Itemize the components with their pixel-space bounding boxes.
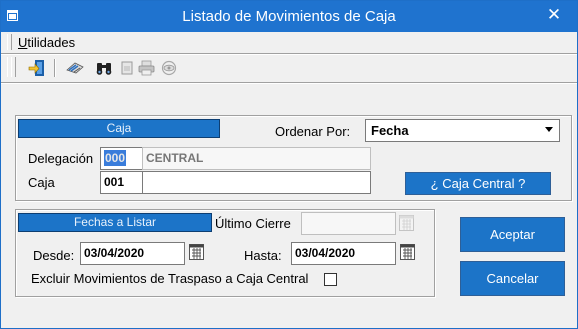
caja-central-button[interactable]: ¿ Caja Central ? (405, 172, 551, 195)
delegacion-code-value: 000 (104, 150, 127, 166)
ordenar-por-label: Ordenar Por: (275, 124, 351, 139)
menu-utilidades-label: tilidades (27, 35, 76, 50)
close-icon: ✕ (546, 5, 562, 24)
exit-icon (28, 60, 44, 76)
hasta-calendar-icon[interactable] (400, 243, 415, 260)
toolbar (1, 55, 577, 81)
caja-code-input[interactable]: 001 (100, 171, 143, 194)
menu-grip (7, 34, 12, 50)
preview-button[interactable] (159, 58, 179, 78)
toolbar-grip-2 (11, 57, 16, 77)
caja-name-field (142, 171, 371, 194)
menu-bar: Utilidades (1, 32, 577, 53)
delegacion-label: Delegación (28, 151, 94, 166)
exit-button[interactable] (27, 58, 47, 78)
search-button[interactable] (94, 58, 114, 78)
ordenar-por-value: Fecha (371, 123, 409, 138)
report-icon (66, 62, 84, 74)
cancelar-button[interactable]: Cancelar (460, 261, 565, 296)
desde-calendar-icon[interactable] (189, 243, 204, 260)
aceptar-button[interactable]: Aceptar (460, 217, 565, 252)
ultimo-cierre-field (301, 212, 396, 235)
print-button[interactable] (137, 58, 157, 78)
window-title: Listado de Movimientos de Caja (182, 8, 396, 25)
print-icon (138, 60, 155, 76)
title-bar[interactable]: Listado de Movimientos de Caja ✕ (1, 1, 577, 32)
delegacion-code-input[interactable]: 000 (100, 147, 143, 170)
delegacion-name-field: CENTRAL (142, 147, 371, 170)
hasta-label: Hasta: (244, 248, 282, 263)
toolbar-separator (54, 59, 56, 77)
caja-header: Caja (18, 119, 220, 138)
eye-icon (161, 60, 177, 76)
binoculars-icon (96, 63, 112, 75)
toolbar-separator-line (1, 82, 577, 84)
page-button[interactable] (117, 58, 137, 78)
window: Listado de Movimientos de Caja ✕ Utilida… (0, 0, 578, 329)
menu-utilidades-mnemonic: U (18, 35, 28, 50)
ultimo-cierre-label: Último Cierre (215, 216, 291, 231)
caja-label: Caja (28, 175, 55, 190)
excluir-checkbox[interactable] (324, 273, 337, 286)
menu-utilidades[interactable]: Utilidades (18, 35, 75, 50)
page-icon (121, 61, 133, 75)
ordenar-por-select[interactable]: Fecha (365, 119, 560, 142)
chevron-down-icon (545, 127, 553, 132)
excluir-label: Excluir Movimientos de Traspaso a Caja C… (31, 271, 309, 286)
desde-label: Desde: (33, 248, 75, 263)
close-button[interactable]: ✕ (531, 1, 577, 32)
hasta-date-input[interactable]: 03/04/2020 (291, 242, 396, 265)
desde-date-input[interactable]: 03/04/2020 (80, 242, 185, 265)
fechas-header: Fechas a Listar (18, 213, 212, 232)
report-button[interactable] (65, 58, 85, 78)
ultimo-cierre-calendar-icon (399, 215, 414, 231)
